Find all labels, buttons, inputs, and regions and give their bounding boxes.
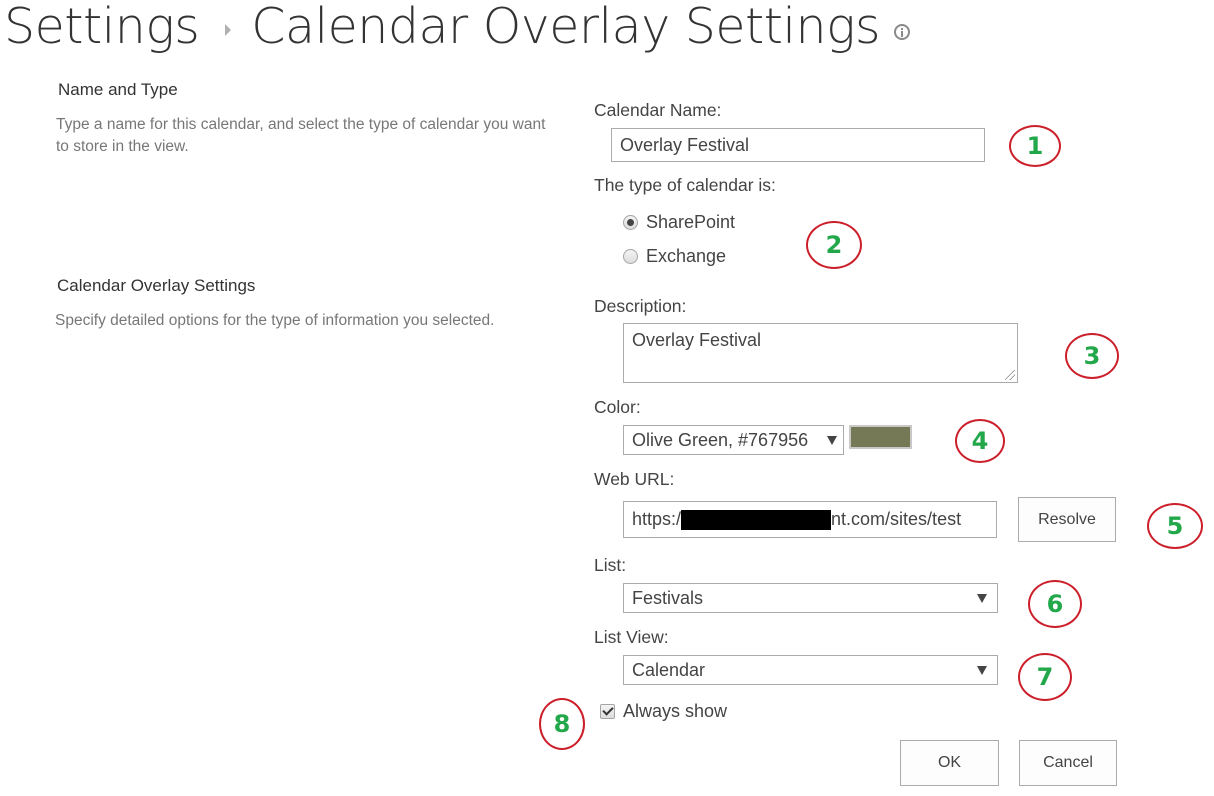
annotation-marker-1: 1	[1009, 125, 1061, 167]
section-description-calendar-overlay-settings: Specify detailed options for the type of…	[55, 312, 495, 329]
always-show-row[interactable]: Always show	[600, 701, 727, 722]
color-select[interactable]: Olive Green, #767956	[623, 425, 844, 455]
web-url-input[interactable]: https:/ nt.com/sites/test	[623, 501, 997, 538]
dropdown-arrow-icon	[977, 593, 987, 603]
calendar-name-input[interactable]: Overlay Festival	[611, 128, 985, 162]
annotation-marker-2: 2	[806, 221, 862, 269]
breadcrumb-settings[interactable]: Settings	[4, 0, 200, 55]
redaction-bar	[681, 509, 832, 530]
list-select-value: Festivals	[632, 587, 704, 608]
page-header: Settings Calendar Overlay Settings	[4, 0, 911, 55]
color-label: Color:	[594, 397, 641, 417]
radio-label-exchange: Exchange	[646, 246, 727, 266]
web-url-prefix: https:/	[632, 509, 682, 529]
annotation-marker-4: 4	[955, 419, 1005, 463]
list-view-label: List View:	[594, 627, 669, 647]
description-label: Description:	[594, 296, 687, 316]
calendar-type-label: The type of calendar is:	[594, 175, 776, 195]
radio-label-sharepoint: SharePoint	[646, 212, 736, 232]
annotation-marker-7: 7	[1018, 653, 1072, 701]
section-description-name-and-type: Type a name for this calendar, and selec…	[56, 116, 546, 155]
radio-sharepoint[interactable]: SharePoint	[623, 212, 735, 233]
list-view-select-value: Calendar	[632, 659, 706, 680]
description-textarea[interactable]: Overlay Festival	[623, 323, 1018, 383]
color-swatch	[849, 425, 912, 449]
always-show-checkbox[interactable]	[600, 704, 615, 719]
annotation-marker-3: 3	[1065, 333, 1119, 379]
list-view-select[interactable]: Calendar	[623, 655, 998, 685]
radio-button-sharepoint[interactable]	[623, 215, 638, 230]
description-value: Overlay Festival	[632, 330, 762, 350]
web-url-label: Web URL:	[594, 469, 675, 489]
always-show-label: Always show	[623, 701, 728, 721]
cancel-button[interactable]: Cancel	[1019, 740, 1117, 786]
calendar-name-label: Calendar Name:	[594, 100, 722, 120]
annotation-marker-6: 6	[1028, 580, 1082, 628]
color-select-value: Olive Green, #767956	[632, 429, 809, 450]
annotation-marker-5: 5	[1147, 503, 1203, 549]
info-icon[interactable]	[894, 23, 911, 40]
list-label: List:	[594, 555, 627, 575]
dropdown-arrow-icon	[977, 665, 987, 675]
radio-button-exchange[interactable]	[623, 249, 638, 264]
resolve-button[interactable]: Resolve	[1018, 497, 1116, 542]
radio-exchange[interactable]: Exchange	[623, 246, 726, 267]
annotation-marker-8: 8	[539, 698, 585, 750]
section-heading-calendar-overlay-settings: Calendar Overlay Settings	[57, 276, 256, 295]
resize-grip-icon[interactable]	[1005, 370, 1015, 380]
dropdown-arrow-icon	[827, 435, 837, 445]
breadcrumb-separator-icon	[225, 23, 232, 36]
calendar-name-value: Overlay Festival	[620, 134, 750, 155]
list-select[interactable]: Festivals	[623, 583, 998, 613]
web-url-suffix: nt.com/sites/test	[831, 509, 962, 529]
ok-button[interactable]: OK	[900, 740, 999, 786]
page-title: Calendar Overlay Settings	[251, 0, 881, 55]
section-heading-name-and-type: Name and Type	[58, 80, 178, 99]
